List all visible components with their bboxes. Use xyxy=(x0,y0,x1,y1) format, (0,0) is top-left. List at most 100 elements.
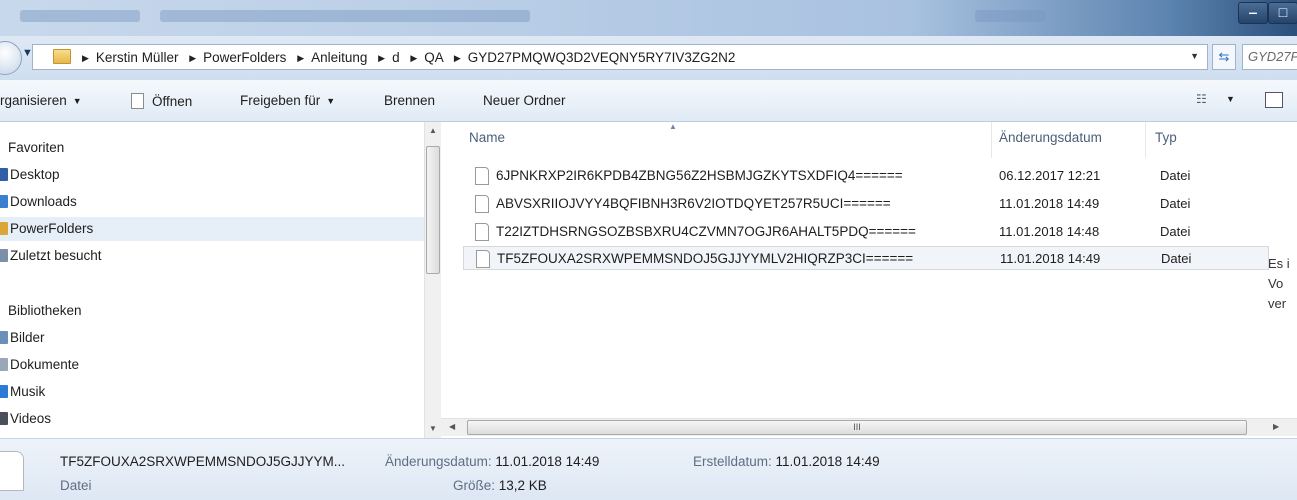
breadcrumb-item[interactable]: d xyxy=(392,50,400,65)
address-bar[interactable]: ▶ Kerstin Müller ▶ PowerFolders ▶ Anleitung… xyxy=(32,44,1208,70)
navigation-scrollbar[interactable]: ▲ ▼ xyxy=(424,122,441,438)
breadcrumb-separator-icon[interactable]: ▶ xyxy=(410,53,417,63)
search-input[interactable]: GYD27PMQWQ3D2VEQNY5RY7IV3ZG2N2 xyxy=(1242,44,1297,70)
preview-note: Vo xyxy=(1268,276,1284,291)
sidebar-item-desktop[interactable]: Desktop xyxy=(0,163,425,187)
modified-label: Änderungsdatum: xyxy=(385,454,492,469)
breadcrumb-item[interactable]: Anleitung xyxy=(311,50,367,65)
sidebar-item-pictures[interactable]: Bilder xyxy=(0,326,425,350)
title-bar: ‒ □ xyxy=(0,0,1297,36)
file-date: 11.01.2018 14:48 xyxy=(999,224,1100,239)
open-button[interactable]: Öffnen xyxy=(131,93,192,109)
sidebar-item-label: Dokumente xyxy=(10,357,80,372)
minimize-button[interactable]: ‒ xyxy=(1238,2,1268,24)
file-type: Datei xyxy=(1161,251,1192,266)
details-created: Erstelldatum: 11.01.2018 14:49 xyxy=(693,454,880,469)
forward-button[interactable] xyxy=(0,41,22,75)
sidebar-item-label: Desktop xyxy=(10,167,60,182)
scrollbar-thumb[interactable] xyxy=(426,146,440,274)
breadcrumb-separator-icon[interactable]: ▶ xyxy=(378,53,385,63)
powerfolders-icon xyxy=(0,222,8,235)
horizontal-scrollbar[interactable]: ◀ III ▶ xyxy=(441,418,1297,436)
size-label: Größe: xyxy=(453,478,496,493)
sidebar-item-label: Videos xyxy=(10,411,52,426)
scroll-right-icon[interactable]: ▶ xyxy=(1273,422,1279,431)
desktop-icon xyxy=(0,168,8,181)
document-icon xyxy=(131,93,144,109)
breadcrumb-item[interactable]: GYD27PMQWQ3D2VEQNY5RY7IV3ZG2N2 xyxy=(468,50,736,65)
sidebar-item-music[interactable]: Musik xyxy=(0,380,425,404)
file-name: ABVSXRIIOJVYY4BQFIBNH3R6V2IOTDQYET257R5U… xyxy=(496,196,891,211)
breadcrumb-item[interactable]: Kerstin Müller xyxy=(96,50,179,65)
scrollbar-thumb[interactable]: III xyxy=(467,420,1247,435)
modified-value: 11.01.2018 14:49 xyxy=(495,454,600,469)
column-header-type[interactable]: Typ xyxy=(1155,130,1177,145)
videos-icon xyxy=(0,412,8,425)
file-name: 6JPNKRXP2IR6KPDB4ZBNG56Z2HSBMJGZKYTSXDFI… xyxy=(496,168,903,183)
file-icon xyxy=(475,167,489,185)
column-divider[interactable] xyxy=(991,122,992,158)
breadcrumb-separator-icon[interactable]: ▶ xyxy=(454,53,461,63)
column-header-date[interactable]: Änderungsdatum xyxy=(999,130,1102,145)
favorites-header[interactable]: Favoriten xyxy=(8,140,64,155)
file-date: 11.01.2018 14:49 xyxy=(999,196,1100,211)
sidebar-item-recent-places[interactable]: Zuletzt besucht xyxy=(0,244,425,268)
breadcrumb-item[interactable]: PowerFolders xyxy=(203,50,286,65)
address-dropdown-icon[interactable]: ▼ xyxy=(1190,51,1199,61)
libraries-header[interactable]: Bibliotheken xyxy=(8,303,82,318)
sidebar-item-videos[interactable]: Videos xyxy=(0,407,425,431)
file-date: 11.01.2018 14:49 xyxy=(1000,251,1101,266)
scroll-up-icon[interactable]: ▲ xyxy=(429,126,437,135)
file-row-selected[interactable]: TF5ZFOUXA2SRXWPEMMSNDOJ5GJJYYMLV2HIQRZP3… xyxy=(463,246,1269,270)
breadcrumb-separator-icon[interactable]: ▶ xyxy=(82,53,89,63)
breadcrumb-separator-icon[interactable]: ▶ xyxy=(189,53,196,63)
sidebar-item-documents[interactable]: Dokumente xyxy=(0,353,425,377)
new-folder-button[interactable]: Neuer Ordner xyxy=(483,93,566,108)
breadcrumb: ▶ Kerstin Müller ▶ PowerFolders ▶ Anleitung… xyxy=(75,50,735,65)
preview-pane-icon[interactable] xyxy=(1265,92,1283,108)
open-label: Öffnen xyxy=(152,94,193,109)
column-divider[interactable] xyxy=(1145,122,1146,158)
title-blur xyxy=(160,10,530,22)
share-button[interactable]: Freigeben für ▼ xyxy=(240,93,335,108)
pictures-icon xyxy=(0,331,8,344)
file-list: ▲ Name Änderungsdatum Typ 6JPNKRXP2IR6KP… xyxy=(441,122,1297,418)
file-row[interactable]: 6JPNKRXP2IR6KPDB4ZBNG56Z2HSBMJGZKYTSXDFI… xyxy=(463,164,1269,188)
file-name: TF5ZFOUXA2SRXWPEMMSNDOJ5GJJYYMLV2HIQRZP3… xyxy=(497,251,914,266)
chevron-down-icon[interactable]: ▼ xyxy=(1226,94,1235,104)
column-header-name[interactable]: Name xyxy=(469,130,505,145)
file-row[interactable]: T22IZTDHSRNGSOZBSBXRU4CZVMN7OGJR6AHALT5P… xyxy=(463,220,1269,244)
scroll-down-icon[interactable]: ▼ xyxy=(429,424,437,433)
breadcrumb-item[interactable]: QA xyxy=(424,50,443,65)
file-type: Datei xyxy=(1160,196,1191,211)
documents-icon xyxy=(0,358,8,371)
file-icon xyxy=(475,223,489,241)
file-row[interactable]: ABVSXRIIOJVYY4BQFIBNH3R6V2IOTDQYET257R5U… xyxy=(463,192,1269,216)
file-icon xyxy=(476,250,490,268)
file-type: Datei xyxy=(1160,224,1191,239)
breadcrumb-separator-icon[interactable]: ▶ xyxy=(297,53,304,63)
view-options-icon[interactable]: ☷ xyxy=(1196,92,1207,106)
maximize-button[interactable]: □ xyxy=(1268,2,1297,24)
command-bar: rganisieren ▼ Öffnen Freigeben für ▼ Brenn… xyxy=(0,80,1297,122)
file-name: T22IZTDHSRNGSOZBSBXRU4CZVMN7OGJR6AHALT5P… xyxy=(496,224,916,239)
title-blur xyxy=(20,10,140,22)
title-blur xyxy=(975,10,1045,22)
sidebar-item-label: Downloads xyxy=(10,194,77,209)
address-bar-row: ▼ ▶ Kerstin Müller ▶ PowerFolders ▶ Anleitu… xyxy=(0,36,1297,80)
organize-label: rganisieren xyxy=(0,93,67,108)
sidebar-item-downloads[interactable]: Downloads xyxy=(0,190,425,214)
burn-button[interactable]: Brennen xyxy=(384,93,435,108)
file-icon xyxy=(475,195,489,213)
sidebar-item-powerfolders[interactable]: PowerFolders xyxy=(0,217,425,241)
details-size: Größe: 13,2 KB xyxy=(453,478,547,493)
file-date: 06.12.2017 12:21 xyxy=(999,168,1101,183)
sidebar-item-label: Musik xyxy=(10,384,46,399)
scroll-left-icon[interactable]: ◀ xyxy=(449,422,455,431)
share-label: Freigeben für xyxy=(240,93,321,108)
organize-button[interactable]: rganisieren ▼ xyxy=(0,93,82,108)
file-icon xyxy=(0,451,24,491)
refresh-button[interactable]: ⇆ xyxy=(1212,44,1236,70)
created-value: 11.01.2018 14:49 xyxy=(775,454,880,469)
details-modified: Änderungsdatum: 11.01.2018 14:49 xyxy=(385,454,599,469)
